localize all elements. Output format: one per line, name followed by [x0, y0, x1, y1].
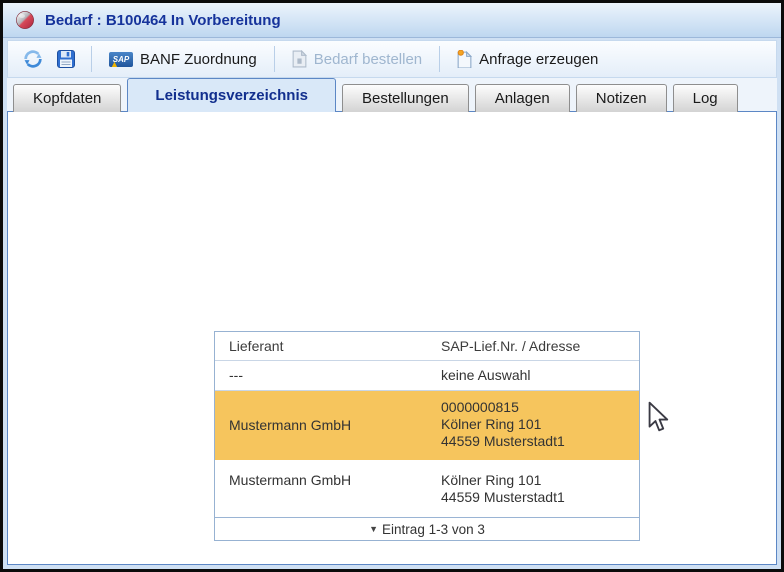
window-title: Bedarf : B100464 In Vorbereitung [45, 12, 281, 29]
sap-icon: SAP▲ [109, 52, 133, 67]
chevron-down-icon: ▼ [369, 524, 378, 534]
tab-bestellungen[interactable]: Bestellungen [342, 84, 469, 112]
banf-zuordnung-label: BANF Zuordnung [140, 51, 257, 68]
document-new-icon [457, 50, 472, 68]
tab-leistungsverzeichnis[interactable]: Leistungsverzeichnis [127, 78, 336, 112]
title-bar: Bedarf : B100464 In Vorbereitung [3, 3, 781, 38]
toolbar-separator [91, 46, 92, 72]
tab-notizen[interactable]: Notizen [576, 84, 667, 112]
dropdown-header-lieferant: Lieferant [229, 338, 283, 354]
tab-anlagen[interactable]: Anlagen [475, 84, 570, 112]
dropdown-pager[interactable]: ▼ Eintrag 1-3 von 3 [215, 517, 639, 540]
dropdown-option-mustermann-815[interactable]: Mustermann GmbH 0000000815 Kölner Ring 1… [215, 391, 639, 460]
toolbar-separator [274, 46, 275, 72]
option-city: 44559 Musterstadt1 [441, 433, 565, 449]
option-col1: --- [229, 367, 243, 383]
dropdown-option-mustermann-2[interactable]: Mustermann GmbH Kölner Ring 101 44559 Mu… [215, 460, 639, 517]
option-col2: keine Auswahl [441, 367, 531, 384]
bedarf-bestellen-button[interactable]: Bedarf bestellen [284, 46, 430, 72]
lieferant-dropdown-list: Lieferant SAP-Lief.Nr. / Adresse --- kei… [214, 331, 640, 541]
option-col2: Kölner Ring 101 44559 Musterstadt1 [441, 472, 565, 506]
dropdown-option-keine-auswahl[interactable]: --- keine Auswahl [215, 361, 639, 391]
anfrage-erzeugen-label: Anfrage erzeugen [479, 51, 598, 68]
dropdown-pager-label: Eintrag 1-3 von 3 [382, 522, 485, 537]
option-city: 44559 Musterstadt1 [441, 489, 565, 505]
bedarf-bestellen-label: Bedarf bestellen [314, 51, 422, 68]
mouse-cursor [646, 401, 670, 433]
save-button[interactable] [50, 45, 82, 73]
bedarf-window: Bedarf : B100464 In Vorbereitung SAP [0, 0, 784, 572]
dropdown-header-adresse: SAP-Lief.Nr. / Adresse [441, 338, 580, 355]
anfrage-erzeugen-button[interactable]: Anfrage erzeugen [449, 46, 606, 72]
option-street: Kölner Ring 101 [441, 472, 541, 488]
tab-kopfdaten[interactable]: Kopfdaten [13, 84, 121, 112]
refresh-icon [22, 48, 44, 70]
document-icon [292, 50, 307, 68]
app-sphere-icon [15, 10, 35, 30]
dropdown-header-row: Lieferant SAP-Lief.Nr. / Adresse [215, 332, 639, 361]
save-icon [56, 49, 76, 69]
tab-bar: Kopfdaten Leistungsverzeichnis Bestellun… [13, 79, 738, 112]
toolbar-separator [439, 46, 440, 72]
toolbar: SAP▲ BANF Zuordnung Bedarf bestellen Anf… [7, 40, 777, 78]
banf-zuordnung-button[interactable]: SAP▲ BANF Zuordnung [101, 47, 265, 72]
option-col2: 0000000815 Kölner Ring 101 44559 Musters… [441, 399, 565, 450]
tab-log[interactable]: Log [673, 84, 738, 112]
option-col1: Mustermann GmbH [229, 472, 351, 488]
refresh-button[interactable] [16, 44, 50, 74]
option-sap-number: 0000000815 [441, 399, 519, 415]
option-street: Kölner Ring 101 [441, 416, 541, 432]
option-col1: Mustermann GmbH [229, 417, 351, 433]
